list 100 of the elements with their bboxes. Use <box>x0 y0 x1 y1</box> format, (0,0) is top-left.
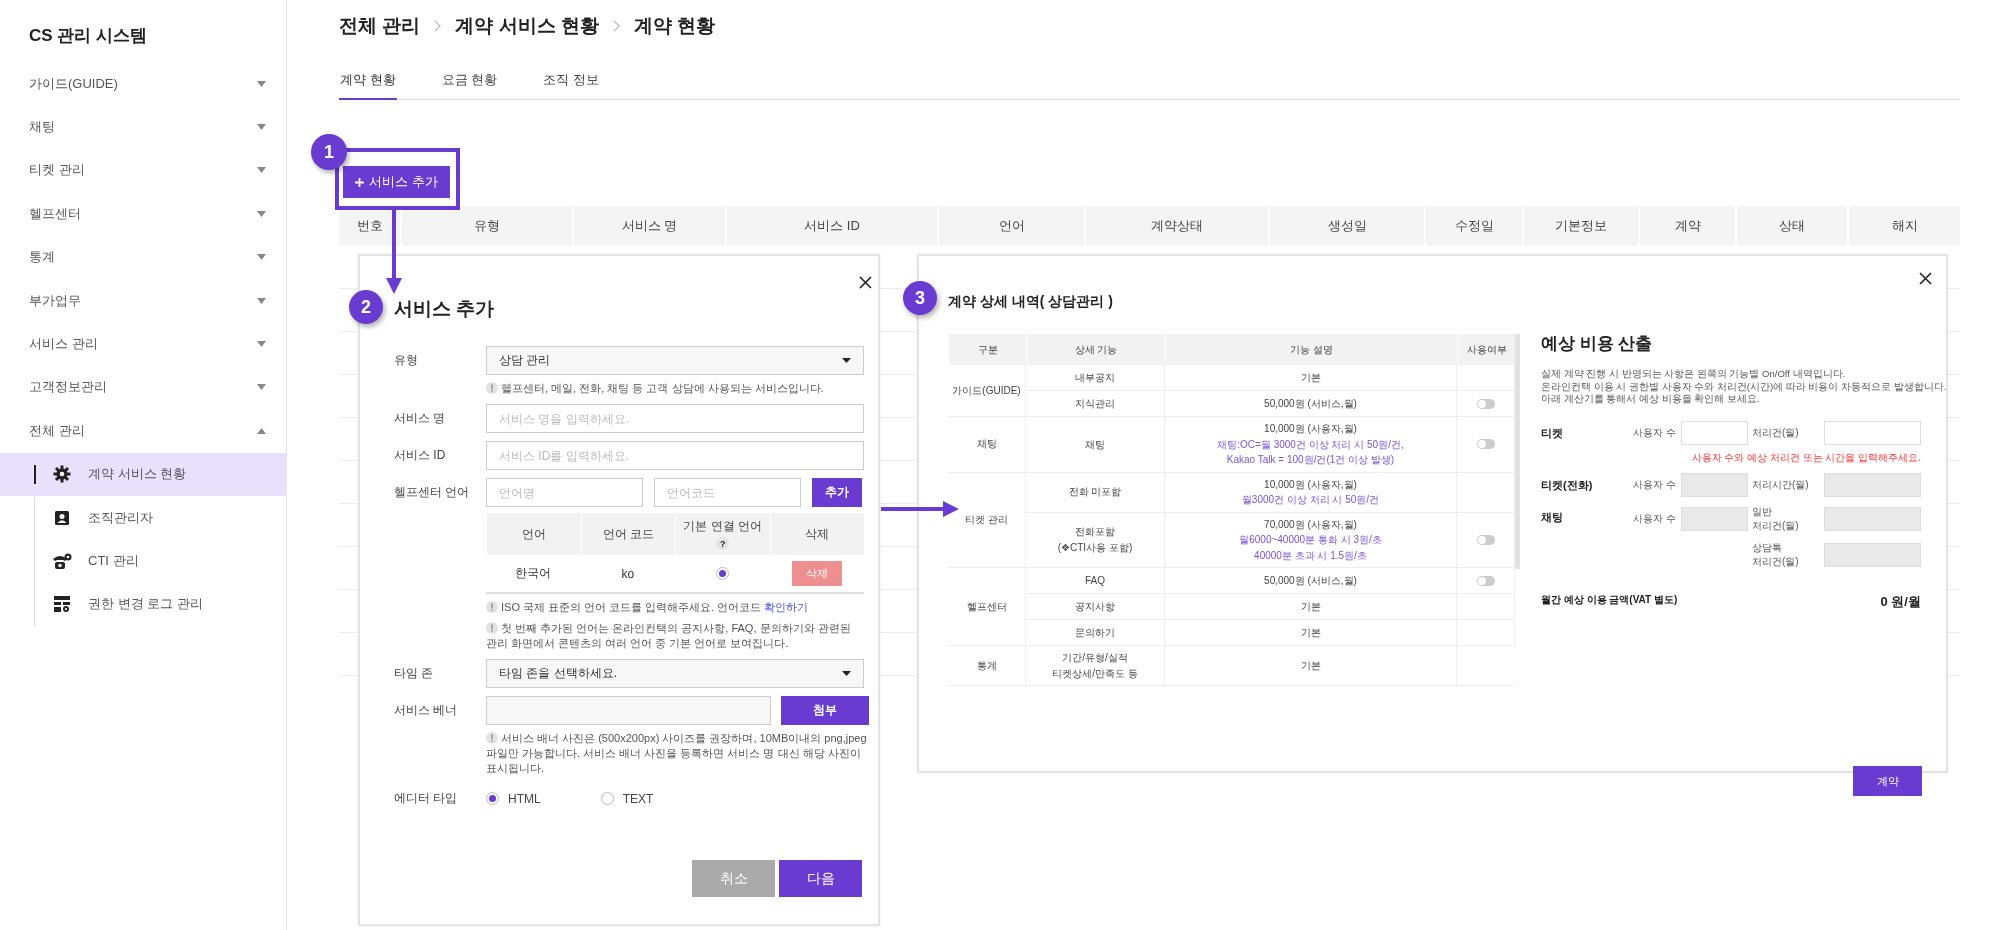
dialog-title: 계약 상세 내역( 상담관리 ) <box>948 292 1114 311</box>
column-header: 기본 연결 언어 ? <box>675 513 770 555</box>
field-label: 서비스 ID <box>394 447 447 464</box>
price-text: 기본 <box>1300 599 1321 614</box>
price-text: 기본 <box>1300 370 1321 385</box>
input-field[interactable] <box>1824 420 1921 445</box>
radio-label: HTML <box>508 791 541 806</box>
table-cell: 가이드(GUIDE) <box>948 365 1026 417</box>
category-label: 채팅 <box>1541 509 1564 525</box>
input-field[interactable]: 언어코드 <box>654 478 801 507</box>
table-cell: 헬프센터 <box>948 568 1026 646</box>
column-header: 삭제 <box>769 513 864 555</box>
add-button[interactable]: 추가 <box>812 478 862 507</box>
toggle-switch[interactable] <box>1476 398 1495 409</box>
section-title: 예상 비용 산출 <box>1541 333 1654 355</box>
help-badge[interactable]: ? <box>716 537 730 550</box>
sidebar-subitem[interactable]: 계약 서비스 현황 <box>0 452 286 496</box>
exclamation-icon <box>486 601 498 613</box>
sidebar-item[interactable]: 채팅 <box>0 105 286 149</box>
file-field[interactable] <box>486 696 771 725</box>
column-header: 수정일 <box>1424 206 1522 246</box>
column-header: 해지 <box>1847 206 1960 246</box>
field-label: 헬프센터 언어 <box>394 484 471 501</box>
sidebar-item[interactable]: 통계 <box>0 235 286 279</box>
contract-button[interactable]: 계약 <box>1853 766 1922 796</box>
price-text: 50,000원 (서비스,월) <box>1264 573 1357 588</box>
check-link[interactable]: 확인하기 <box>764 601 809 613</box>
radio-button[interactable] <box>600 792 614 805</box>
pricing-note: Kakao Talk = 100원/건(1건 이상 발생) <box>1226 453 1395 467</box>
tab[interactable]: 조직 정보 <box>542 62 600 100</box>
description-text: 실제 계약 진행 시 반영되는 사항은 왼쪽의 기능별 On/Off 내역입니다. <box>1541 368 1846 381</box>
field-label: 서비스 명 <box>394 410 447 427</box>
attach-button[interactable]: 첨부 <box>781 696 869 725</box>
radio-button[interactable] <box>486 792 499 805</box>
price-text: 10,000원 (사용자,월) <box>1264 422 1357 436</box>
column-header: 구분 <box>948 334 1026 365</box>
breadcrumb-item[interactable]: 전체 관리 <box>339 13 421 39</box>
table-cell-text: 문의하기 <box>1075 625 1115 640</box>
input-label: 상담톡 처리건(월) <box>1751 540 1800 569</box>
breadcrumb-item[interactable]: 계약 서비스 현황 <box>455 13 599 39</box>
tab[interactable]: 요금 현황 <box>440 62 499 100</box>
tab[interactable]: 계약 현황 <box>339 62 397 100</box>
column-header: 유형 <box>400 206 572 246</box>
field-label: 에디터 타입 <box>394 790 459 807</box>
app-title: CS 관리 시스템 <box>28 25 149 47</box>
close-icon[interactable] <box>859 276 872 289</box>
toggle-switch[interactable] <box>1476 439 1495 450</box>
table-cell-text: 한국어 <box>514 565 553 582</box>
sidebar-subitem[interactable]: 권한 변경 로그 관리 <box>0 582 286 627</box>
column-header: 생성일 <box>1268 206 1424 246</box>
toggle-switch[interactable] <box>1476 575 1495 586</box>
input-field[interactable]: 서비스 ID를 입력하세요. <box>486 441 864 470</box>
price-text: 기본 <box>1300 658 1321 673</box>
sidebar-item[interactable]: 가이드(GUIDE) <box>0 62 286 106</box>
description-text: 아래 계산기를 통해서 예상 비용을 확인해 보세요. <box>1541 393 1760 406</box>
input-field[interactable]: 서비스 명을 입력하세요. <box>486 404 864 433</box>
column-header: 계약 <box>1638 206 1735 246</box>
sidebar-item[interactable]: 고객정보관리 <box>0 365 286 410</box>
category-label: 티켓(전화) <box>1541 477 1594 493</box>
sidebar-item[interactable]: 전체 관리 <box>0 409 286 453</box>
step-badge: 1 <box>311 134 347 170</box>
column-header: 서비스 명 <box>572 206 725 246</box>
radio-label: TEXT <box>622 791 654 806</box>
toggle-switch[interactable] <box>1476 534 1495 545</box>
sidebar-subitem[interactable]: 조직관리자 <box>0 495 286 540</box>
sidebar-item[interactable]: 서비스 관리 <box>0 322 286 366</box>
phone-gear-icon <box>52 552 72 570</box>
sidebar-subitem[interactable]: CTI 관리 <box>0 539 286 583</box>
dialog-title: 서비스 추가 <box>394 297 496 321</box>
column-header: 언어 코드 <box>580 513 675 555</box>
price-text: 50,000원 (서비스,월) <box>1264 396 1357 411</box>
description-text: 온라인컨택 이용 시 권한별 사용자 수와 처리건(시간)에 따라 비용이 차등적으로 발생합니다. <box>1541 380 1947 393</box>
next-button[interactable]: 다음 <box>779 860 862 897</box>
close-icon[interactable] <box>1919 272 1932 285</box>
pricing-note: 월3000건 이상 처리 시 50원/건 <box>1241 493 1380 507</box>
select-field[interactable]: 상담 관리 <box>486 346 864 375</box>
sidebar-item[interactable]: 헬프센터 <box>0 192 286 236</box>
input-field[interactable]: 언어명 <box>486 478 643 507</box>
total-label: 월간 예상 이용 금액(VAT 별도) <box>1541 592 1678 607</box>
add-service-button[interactable]: 서비스 추가 <box>343 166 450 198</box>
note-text: ISO 국제 표준의 언어 코드를 입력해주세요. 언어코드 확인하기 <box>486 600 864 615</box>
table-cell-text: 지식관리 <box>1075 396 1115 411</box>
radio-button[interactable] <box>715 567 729 580</box>
pricing-note: 채팅:OC=월 3000건 이상 처리 시 50원/건, <box>1217 437 1404 452</box>
scrollbar[interactable] <box>1515 334 1520 569</box>
chevron-right-icon <box>434 20 442 32</box>
field-label: 서비스 베너 <box>394 702 459 719</box>
category-label: 티켓 <box>1541 425 1564 441</box>
table-cell-text: FAQ <box>1085 573 1105 588</box>
exclamation-icon <box>486 732 498 744</box>
sidebar-item[interactable]: 티켓 관리 <box>0 148 286 193</box>
column-header: 기본정보 <box>1522 206 1638 246</box>
pricing-note: 월6000~40000분 통화 시 3원/초 <box>1239 533 1382 547</box>
input-field[interactable] <box>1681 420 1748 445</box>
table-cell-text: 전화포함 (❖CTI사용 포함) <box>1057 525 1133 555</box>
price-text: 70,000원 (사용자,월) <box>1264 517 1357 532</box>
column-header: 상태 <box>1735 206 1847 246</box>
caret-down-icon <box>842 358 851 363</box>
sidebar-item[interactable]: 부가업무 <box>0 278 286 323</box>
select-field[interactable]: 타임 존을 선택하세요. <box>486 659 864 688</box>
